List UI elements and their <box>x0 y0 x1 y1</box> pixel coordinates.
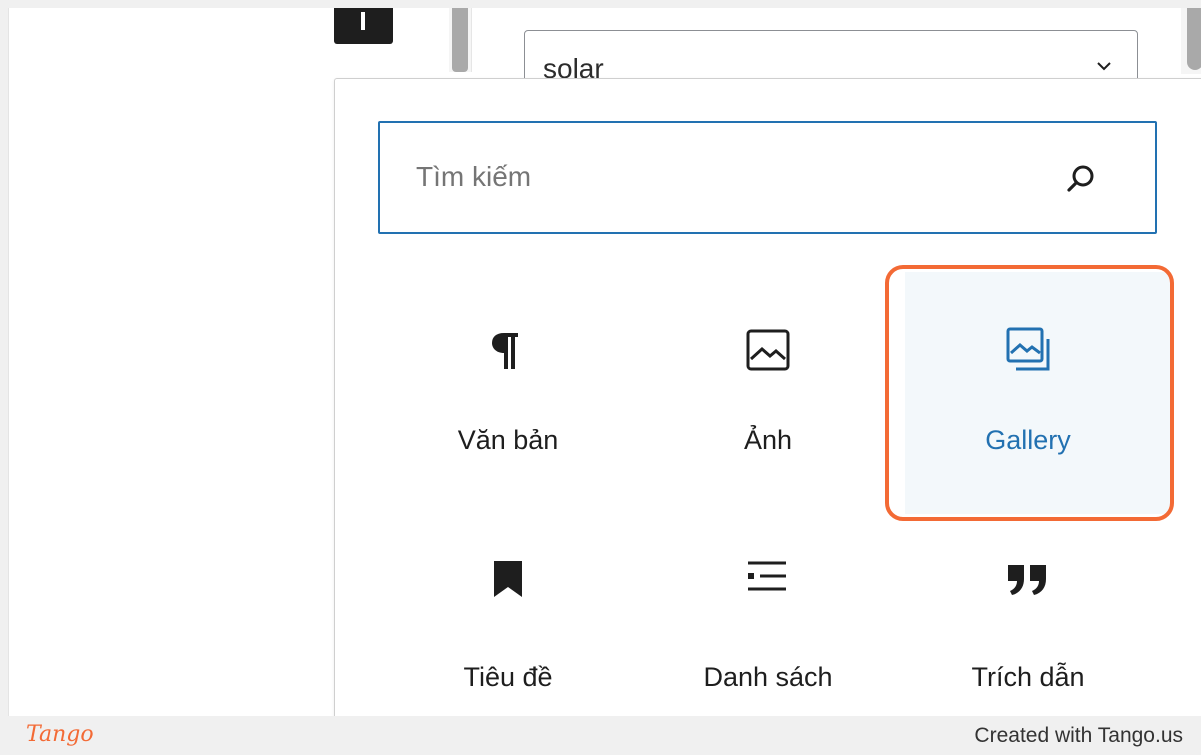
paragraph-icon <box>492 333 518 369</box>
tango-credit: Created with Tango.us <box>974 724 1183 747</box>
scrollbar-thumb[interactable] <box>1187 8 1201 70</box>
block-label: Trích dẫn <box>971 662 1085 692</box>
scrollbar-thumb[interactable] <box>452 8 468 72</box>
chevron-down-icon <box>1097 62 1111 71</box>
block-label: Văn bản <box>457 425 559 455</box>
tango-logo: Tango <box>26 722 94 747</box>
block-search[interactable] <box>378 121 1157 234</box>
block-image[interactable]: Ảnh <box>638 269 898 509</box>
sidebar-scrollbar[interactable] <box>449 8 472 72</box>
block-list[interactable]: Danh sách <box>638 497 898 737</box>
block-inserter-popover: Văn bản Ảnh Gallery <box>334 78 1201 726</box>
plus-icon <box>358 12 368 30</box>
page-scrollbar[interactable] <box>1181 8 1201 74</box>
image-icon <box>746 329 790 371</box>
block-heading[interactable]: Tiêu đề <box>378 497 638 737</box>
block-label: Tiêu đề <box>463 662 553 692</box>
block-paragraph[interactable]: Văn bản <box>378 269 638 509</box>
block-label: Danh sách <box>703 662 833 692</box>
editor-canvas: solar Văn bản <box>8 8 1201 726</box>
block-label: Ảnh <box>743 425 793 455</box>
quote-icon <box>1008 565 1046 595</box>
add-block-button[interactable] <box>334 8 393 44</box>
heading-bookmark-icon <box>494 561 522 597</box>
block-quote[interactable]: Trích dẫn <box>898 497 1158 737</box>
tango-footer: Tango Created with Tango.us <box>0 716 1201 755</box>
block-search-input[interactable] <box>416 155 1036 199</box>
gallery-highlight-frame <box>885 265 1174 521</box>
search-icon[interactable] <box>1063 161 1099 197</box>
screenshot-frame: solar Văn bản <box>0 0 1201 755</box>
list-icon <box>748 561 786 591</box>
